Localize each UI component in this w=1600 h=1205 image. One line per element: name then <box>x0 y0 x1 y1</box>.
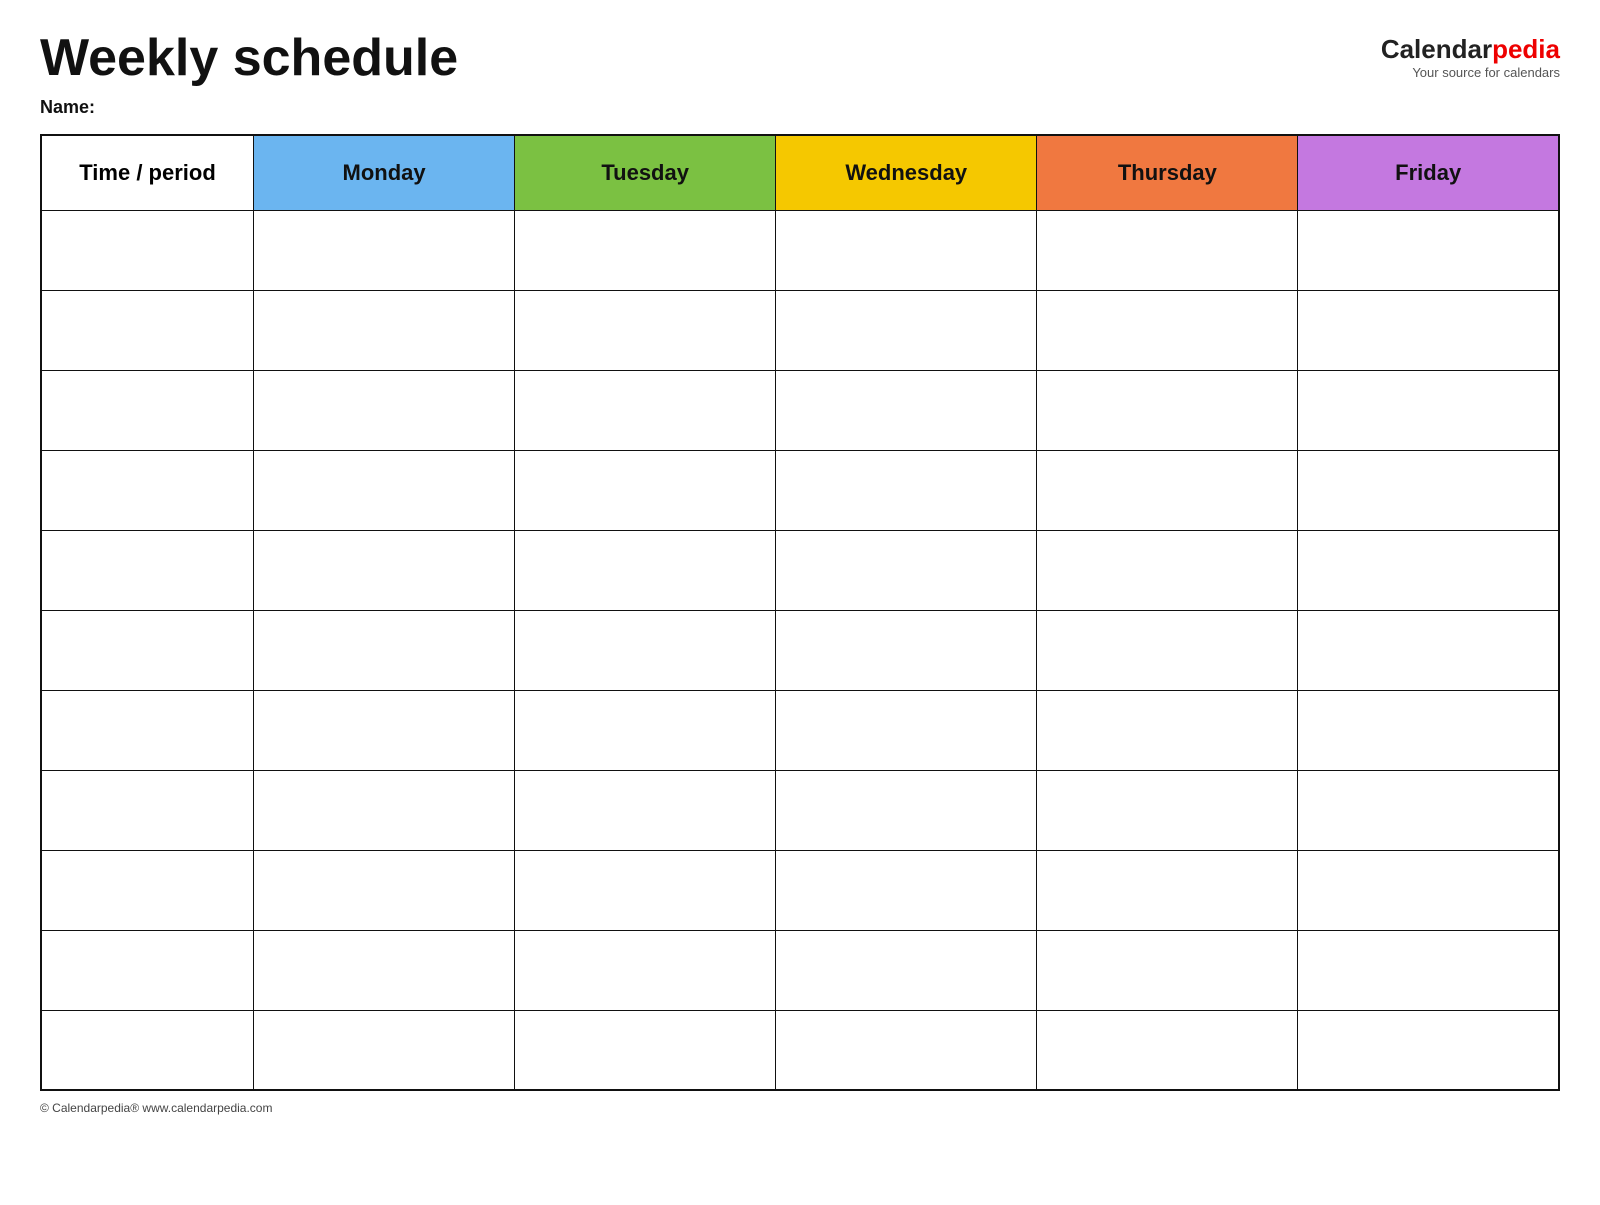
table-cell[interactable] <box>41 530 254 610</box>
col-header-friday: Friday <box>1298 135 1559 210</box>
logo-tagline: Your source for calendars <box>1381 65 1560 80</box>
table-cell[interactable] <box>776 850 1037 930</box>
table-cell[interactable] <box>1298 530 1559 610</box>
table-body <box>41 210 1559 1090</box>
table-header-row: Time / period Monday Tuesday Wednesday T… <box>41 135 1559 210</box>
table-cell[interactable] <box>515 690 776 770</box>
logo-text: Calendarpedia <box>1381 34 1560 65</box>
table-row <box>41 850 1559 930</box>
table-cell[interactable] <box>41 850 254 930</box>
table-cell[interactable] <box>254 1010 515 1090</box>
table-row <box>41 610 1559 690</box>
table-cell[interactable] <box>1298 770 1559 850</box>
table-row <box>41 930 1559 1010</box>
table-cell[interactable] <box>1037 210 1298 290</box>
table-cell[interactable] <box>1037 290 1298 370</box>
table-cell[interactable] <box>41 370 254 450</box>
table-cell[interactable] <box>515 850 776 930</box>
table-cell[interactable] <box>1037 370 1298 450</box>
page-title: Weekly schedule <box>40 30 458 87</box>
table-cell[interactable] <box>776 210 1037 290</box>
table-cell[interactable] <box>776 290 1037 370</box>
col-header-wednesday: Wednesday <box>776 135 1037 210</box>
table-cell[interactable] <box>1037 930 1298 1010</box>
table-cell[interactable] <box>776 930 1037 1010</box>
col-header-thursday: Thursday <box>1037 135 1298 210</box>
table-cell[interactable] <box>1298 690 1559 770</box>
table-cell[interactable] <box>776 690 1037 770</box>
schedule-table: Time / period Monday Tuesday Wednesday T… <box>40 134 1560 1091</box>
table-cell[interactable] <box>1298 610 1559 690</box>
table-cell[interactable] <box>254 770 515 850</box>
table-row <box>41 770 1559 850</box>
table-cell[interactable] <box>515 1010 776 1090</box>
table-row <box>41 290 1559 370</box>
col-header-tuesday: Tuesday <box>515 135 776 210</box>
table-cell[interactable] <box>254 370 515 450</box>
table-cell[interactable] <box>1298 370 1559 450</box>
footer: © Calendarpedia® www.calendarpedia.com <box>40 1101 1560 1115</box>
col-header-monday: Monday <box>254 135 515 210</box>
table-cell[interactable] <box>776 770 1037 850</box>
table-cell[interactable] <box>1037 690 1298 770</box>
logo-pedia-part: pedia <box>1492 34 1560 64</box>
table-cell[interactable] <box>254 290 515 370</box>
table-cell[interactable] <box>1298 1010 1559 1090</box>
logo-calendar-part: Calendar <box>1381 34 1492 64</box>
table-cell[interactable] <box>254 610 515 690</box>
table-cell[interactable] <box>776 370 1037 450</box>
table-cell[interactable] <box>515 770 776 850</box>
table-cell[interactable] <box>1298 210 1559 290</box>
table-cell[interactable] <box>254 850 515 930</box>
table-cell[interactable] <box>515 290 776 370</box>
table-cell[interactable] <box>41 450 254 530</box>
table-cell[interactable] <box>776 530 1037 610</box>
table-cell[interactable] <box>1298 450 1559 530</box>
table-row <box>41 450 1559 530</box>
table-cell[interactable] <box>515 930 776 1010</box>
table-row <box>41 210 1559 290</box>
table-cell[interactable] <box>515 530 776 610</box>
logo: Calendarpedia Your source for calendars <box>1381 34 1560 80</box>
table-cell[interactable] <box>776 450 1037 530</box>
name-label: Name: <box>40 97 1560 118</box>
col-header-time: Time / period <box>41 135 254 210</box>
copyright-text: © Calendarpedia® www.calendarpedia.com <box>40 1101 272 1115</box>
table-cell[interactable] <box>515 370 776 450</box>
table-cell[interactable] <box>1037 450 1298 530</box>
table-cell[interactable] <box>515 210 776 290</box>
page-header: Weekly schedule Calendarpedia Your sourc… <box>40 30 1560 87</box>
table-cell[interactable] <box>254 210 515 290</box>
table-cell[interactable] <box>41 930 254 1010</box>
table-cell[interactable] <box>1037 850 1298 930</box>
table-cell[interactable] <box>1037 1010 1298 1090</box>
table-cell[interactable] <box>1037 530 1298 610</box>
table-row <box>41 1010 1559 1090</box>
table-cell[interactable] <box>41 210 254 290</box>
table-cell[interactable] <box>1298 850 1559 930</box>
table-cell[interactable] <box>254 930 515 1010</box>
table-cell[interactable] <box>1298 290 1559 370</box>
table-cell[interactable] <box>41 290 254 370</box>
table-cell[interactable] <box>1037 770 1298 850</box>
table-cell[interactable] <box>515 450 776 530</box>
table-cell[interactable] <box>254 450 515 530</box>
table-cell[interactable] <box>776 610 1037 690</box>
table-cell[interactable] <box>1298 930 1559 1010</box>
table-row <box>41 530 1559 610</box>
table-cell[interactable] <box>776 1010 1037 1090</box>
table-row <box>41 690 1559 770</box>
table-cell[interactable] <box>515 610 776 690</box>
table-row <box>41 370 1559 450</box>
table-cell[interactable] <box>41 690 254 770</box>
table-cell[interactable] <box>254 690 515 770</box>
table-cell[interactable] <box>254 530 515 610</box>
table-cell[interactable] <box>41 610 254 690</box>
table-cell[interactable] <box>1037 610 1298 690</box>
table-cell[interactable] <box>41 770 254 850</box>
table-cell[interactable] <box>41 1010 254 1090</box>
